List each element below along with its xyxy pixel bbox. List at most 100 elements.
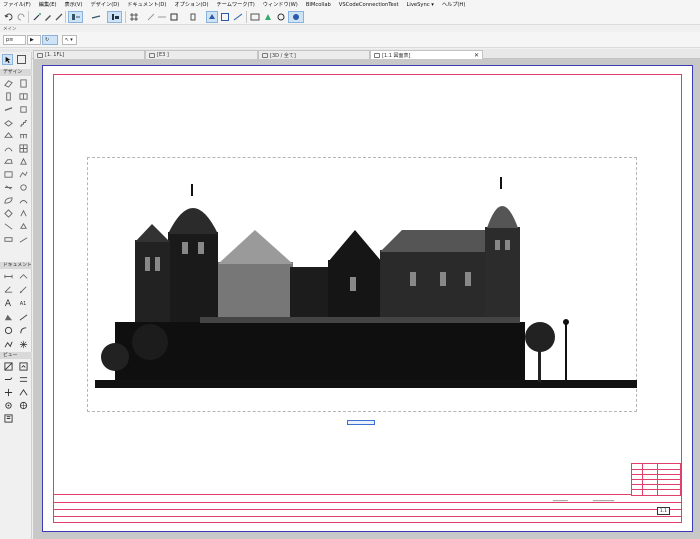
interior-elevation-tool-icon[interactable] [3,375,13,384]
tab-1fl[interactable]: [1. 1FL] [33,50,145,59]
fill-pattern-tool-icon[interactable] [3,313,13,322]
elevation-view-tool-icon[interactable] [18,362,28,371]
column-tool-icon[interactable] [3,92,13,101]
grid-icon[interactable] [128,11,140,23]
tab-label: [3D / 全て] [270,52,296,59]
section-document[interactable]: ドキュメント [0,262,32,269]
menu-livesync[interactable]: LiveSync ▾ [406,2,433,8]
menu-design[interactable]: デザイン(D) [90,1,119,8]
radial-dimension-tool-icon[interactable] [18,285,28,294]
menu-document[interactable]: ドキュメント(D) [127,1,166,8]
arc-tool-icon[interactable] [18,326,28,335]
worksheet-tool-icon[interactable] [18,375,28,384]
drawing-tool-icon[interactable] [3,414,13,423]
morph-tool-icon[interactable] [18,157,28,166]
zone-tool-icon[interactable] [3,170,13,179]
pointer-selector[interactable]: ↖ ▾ [62,35,77,45]
teamwork-icon[interactable] [275,11,287,23]
hotspot-tool-icon[interactable] [18,340,28,349]
skylight-tool-icon[interactable] [3,157,13,166]
close-icon[interactable]: ✕ [474,52,479,59]
beam-tool-icon[interactable] [3,105,13,114]
change-tool-icon[interactable] [18,388,28,397]
refresh-icon: ↻ [45,37,50,43]
level-dimension-tool-icon[interactable] [18,272,28,281]
globe-tool-icon[interactable] [18,401,28,410]
layout-tab-icon [374,52,380,58]
section-view[interactable]: ビュー [0,352,32,359]
fill-tool-icon[interactable] [18,222,28,231]
polyline-tool-icon[interactable] [3,340,13,349]
tab-e3[interactable]: [E3 ] [145,50,258,59]
leaf-tool-icon[interactable] [3,196,13,205]
section-icon[interactable] [232,11,244,23]
menu-bimcollab[interactable]: BIMcollab [306,2,331,8]
marquee-tool[interactable] [17,55,26,64]
section-design[interactable]: デザイン [0,69,32,76]
cone-tool-icon[interactable] [18,209,28,218]
menu-file[interactable]: ファイル(F) [3,1,31,8]
syringe-icon[interactable] [53,11,65,23]
mesh-tool-icon[interactable] [18,170,28,179]
align-icon[interactable] [107,11,122,23]
pen-selector[interactable]: p≡ [3,35,26,45]
menu-help[interactable]: ヘルプ(H) [442,1,466,8]
arrow-selector[interactable]: ▶ [27,35,41,45]
window-tool-icon[interactable] [18,92,28,101]
menu-edit[interactable]: 編集(E) [39,1,57,8]
terrain-tool-icon[interactable] [18,196,28,205]
slab-tool-icon[interactable] [3,118,13,127]
section-view-tool-icon[interactable] [3,362,13,371]
object-tool-icon[interactable] [18,105,28,114]
menu-window[interactable]: ウィンドウ(W) [263,1,298,8]
info-toolbar: p≡ ▶ ↻ ↖ ▾ [0,32,700,48]
undo-icon[interactable] [3,11,15,23]
bim-icon[interactable] [249,11,261,23]
angle-dimension-tool-icon[interactable] [3,285,13,294]
menu-options[interactable]: オプション(O) [174,1,208,8]
geometry-method-button[interactable]: ↻ [42,35,58,45]
menu-vscode[interactable]: VSCodeConnectionTest [339,2,399,8]
curtain-wall-tool-icon[interactable] [18,144,28,153]
trace-icon[interactable] [187,11,199,23]
roof-tool-icon[interactable] [3,131,13,140]
cursor-icon: ↖ [65,37,70,43]
floorplan-icon[interactable] [219,11,231,23]
arrow-right-icon: ▶ [30,37,34,43]
pen-set-icon[interactable] [88,11,103,23]
arrow-tool[interactable] [2,54,13,65]
layer-tool-icon[interactable] [68,11,83,23]
drawing-title-marker[interactable] [347,420,375,425]
plank-tool-icon[interactable] [3,235,13,244]
sun-tool-icon[interactable] [18,183,28,192]
panel-tool-icon[interactable] [3,209,13,218]
wall-tool-icon[interactable] [3,79,13,88]
model-icon[interactable] [262,11,274,23]
shell-tool-icon[interactable] [3,144,13,153]
railing-tool-icon[interactable] [18,131,28,140]
menu-view[interactable]: 表示(V) [65,1,83,8]
ramp-tool-icon[interactable] [18,235,28,244]
guide-icon[interactable] [156,11,168,23]
door-tool-icon[interactable] [18,79,28,88]
render-icon[interactable] [288,11,304,23]
layers-icon[interactable] [168,11,180,23]
stair-tool-icon[interactable] [18,118,28,127]
3d-view-icon[interactable] [206,11,218,23]
tab-3d[interactable]: [3D / 全て] [258,50,370,59]
building-elevation-drawing[interactable] [90,172,640,397]
grid-tool-icon[interactable] [3,222,13,231]
line-tool-icon[interactable] [18,313,28,322]
dropdown-arrow: ▾ [70,37,73,43]
text-tool-icon[interactable]: A [3,299,13,309]
menu-bar: ファイル(F) 編集(E) 表示(V) デザイン(D) ドキュメント(D) オプ… [0,0,700,9]
tab-layout[interactable]: [1.1 図面表] ✕ [370,50,483,59]
label-tool-icon[interactable]: A1 [18,299,28,308]
dimension-tool-icon[interactable] [3,272,13,281]
redo-icon[interactable] [15,11,27,23]
lamp-tool-icon[interactable] [3,183,13,192]
menu-teamwork[interactable]: チームワーク(T) [217,1,255,8]
circle-tool-icon[interactable] [3,326,13,335]
camera-tool-icon[interactable] [3,401,13,410]
detail-tool-icon[interactable] [3,388,13,397]
